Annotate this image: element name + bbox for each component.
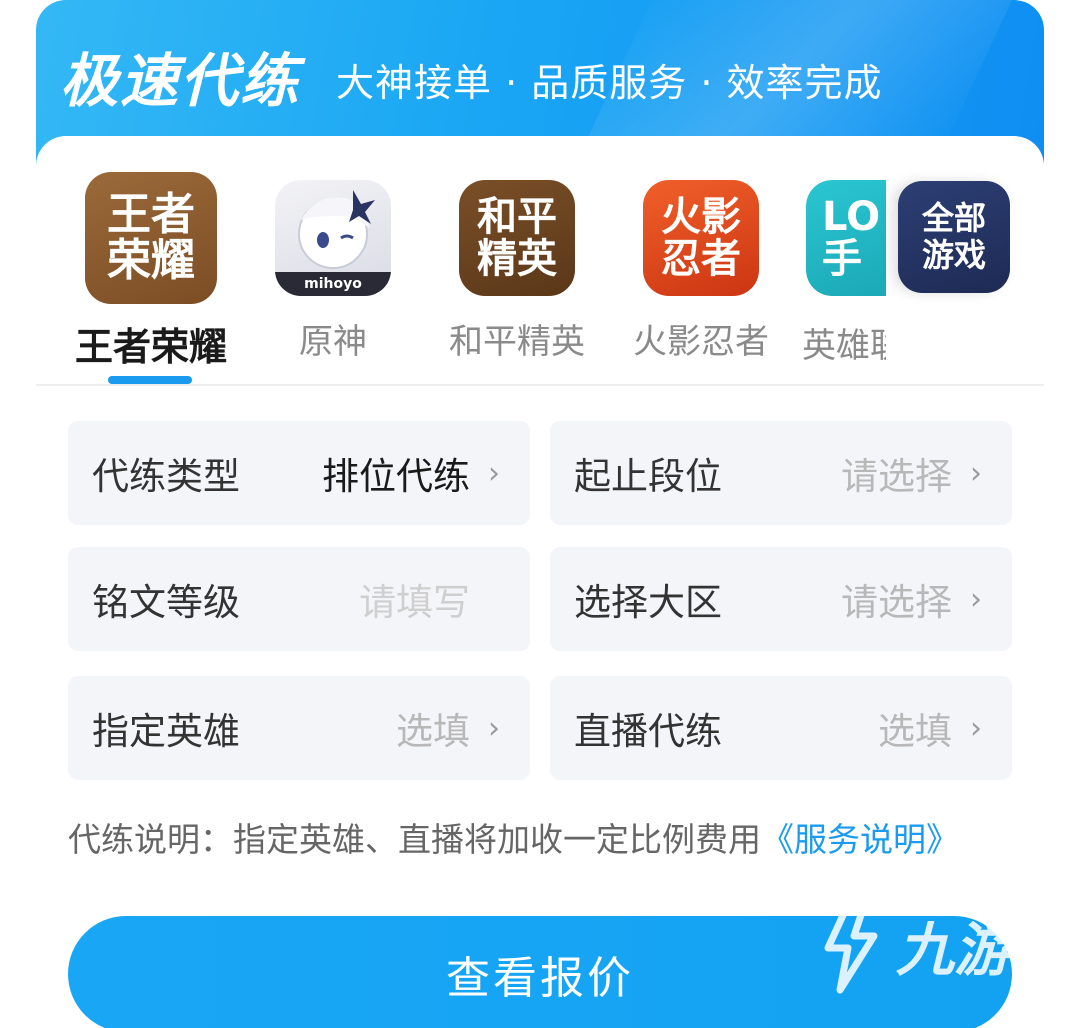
chevron-right-icon: › [970,581,982,617]
specified-hero-field[interactable]: 指定英雄 选填 › [68,676,530,780]
chevron-right-icon: › [488,455,500,491]
boosting-card: 极速代练 大神接单 · 品质服务 · 效率完成 王者 荣耀 王者荣耀 mihoy… [36,0,1044,1028]
field-label: 直播代练 [574,710,722,753]
wangzhe-icon-text-1: 王者 [107,188,195,240]
rank-range-field[interactable]: 起止段位 请选择 › [550,421,1012,525]
server-region-field[interactable]: 选择大区 请选择 › [550,547,1012,651]
tab-lol-icon-clip[interactable]: LO 手 [806,180,886,296]
field-label: 起止段位 [574,455,722,498]
huoying-icon-text-1: 火影 [661,194,741,240]
all-games-button[interactable]: 全部 游戏 [898,181,1010,293]
boost-type-field[interactable]: 代练类型 排位代练 › [68,421,530,525]
chevron-right-icon: › [488,710,500,746]
tab-label: 火影忍者 [633,322,769,362]
field-label: 铭文等级 [92,581,240,624]
field-label: 代练类型 [92,455,240,498]
wangzhe-app-icon: 王者 荣耀 [85,172,217,304]
field-value: 请选择 [841,455,952,498]
huoying-app-icon: 火影 忍者 [643,180,759,296]
wangzhe-icon-text-2: 荣耀 [107,235,195,286]
chevron-right-icon: › [970,710,982,746]
field-label: 选择大区 [574,581,722,624]
jiuyou-logo-icon [824,896,878,994]
tab-heping[interactable]: 和平 精英 和平精英 [432,172,602,363]
all-games-text-1: 全部 [921,199,986,238]
tab-wangzhe[interactable]: 王者 荣耀 王者荣耀 [66,172,236,371]
chevron-right-icon: › [970,455,982,491]
tab-huoying[interactable]: 火影 忍者 火影忍者 [616,172,786,363]
jiuyou-watermark: 九游 [820,890,1050,1000]
boosting-note: 代练说明：指定英雄、直播将加收一定比例费用《服务说明》 [68,814,988,866]
all-games-text-2: 游戏 [921,236,986,274]
note-text: 代练说明：指定英雄、直播将加收一定比例费用 [68,820,761,859]
huoying-icon-text-2: 忍者 [661,236,741,282]
live-boosting-field[interactable]: 直播代练 选填 › [550,676,1012,780]
brand-subtitle: 大神接单 · 品质服务 · 效率完成 [336,61,883,105]
field-value: 请选择 [841,581,952,624]
field-input-placeholder: 请填写 [359,581,470,624]
heping-icon-text-2: 精英 [477,236,557,282]
field-label: 指定英雄 [92,710,240,753]
heping-app-icon: 和平 精英 [459,180,575,296]
field-value: 选填 [878,710,952,753]
lol-icon-text-2: 手 [822,236,862,282]
tab-label: 和平精英 [449,322,585,362]
tab-label: 原神 [299,322,367,362]
tabs-divider [36,384,1044,386]
lol-app-icon: LO 手 [806,180,886,296]
tab-lol-label[interactable]: 英雄联 [802,318,886,367]
watermark-text: 九游 [896,916,1013,984]
heping-icon-text-1: 和平 [477,194,557,240]
inscription-level-field[interactable]: 铭文等级 请填写 › [68,547,530,651]
field-value: 排位代练 [322,455,470,498]
brand-title: 极速代练 [60,47,301,115]
field-value: 选填 [396,710,470,753]
tab-yuanshen[interactable]: mihoyo 原神 [248,172,418,363]
lol-icon-text-1: LO [822,194,881,240]
tab-label: 王者荣耀 [74,325,227,369]
yuanshen-app-icon: mihoyo [275,180,391,296]
game-tabs: 王者 荣耀 王者荣耀 mihoyo 原神 和平 精英 和平精英 火影 忍者 火影… [36,136,1044,386]
service-terms-link[interactable]: 《服务说明》 [761,820,959,859]
active-tab-indicator [108,376,192,384]
mihoyo-logo-text: mihoyo [304,276,362,293]
